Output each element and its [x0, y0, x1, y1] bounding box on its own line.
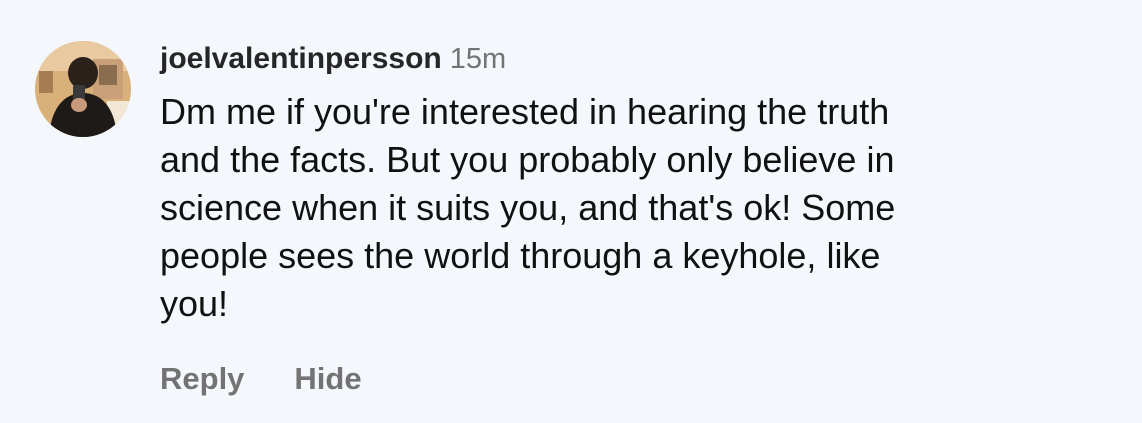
- username-link[interactable]: joelvalentinpersson: [160, 42, 442, 75]
- avatar[interactable]: [35, 41, 131, 137]
- comment: joelvalentinpersson 15m Dm me if you're i…: [0, 0, 1142, 423]
- comment-text-line: and the facts. But you probably only bel…: [160, 139, 895, 180]
- comment-header: joelvalentinpersson 15m: [160, 38, 1100, 80]
- comment-text-line: people sees the world through a keyhole,…: [160, 235, 881, 276]
- comment-text-line: you!: [160, 283, 229, 324]
- hide-button[interactable]: Hide: [294, 358, 361, 400]
- comment-actions: Reply Hide: [160, 358, 362, 400]
- comment-timestamp: 15m: [449, 43, 507, 75]
- comment-body: joelvalentinpersson 15m Dm me if you're i…: [160, 38, 1100, 328]
- reply-button[interactable]: Reply: [160, 358, 244, 400]
- comment-text-line: Dm me if you're interested in hearing th…: [160, 91, 890, 132]
- avatar-photo: [35, 41, 131, 137]
- comment-text: Dm me if you're interested in hearing th…: [160, 88, 1060, 328]
- comment-text-line: science when it suits you, and that's ok…: [160, 187, 896, 228]
